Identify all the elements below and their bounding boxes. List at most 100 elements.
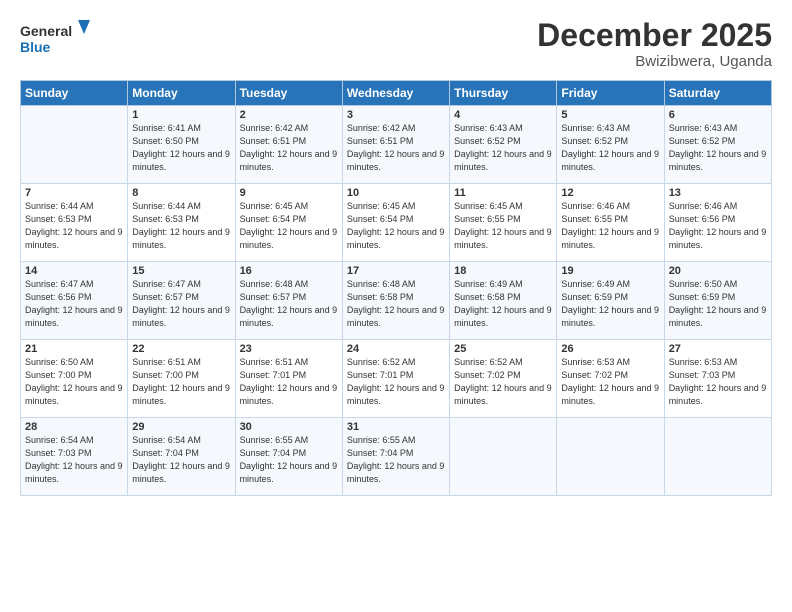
sunrise: Sunrise: 6:55 AM	[347, 435, 416, 445]
calendar-cell: 4 Sunrise: 6:43 AM Sunset: 6:52 PM Dayli…	[450, 106, 557, 184]
calendar-week-5: 28 Sunrise: 6:54 AM Sunset: 7:03 PM Dayl…	[21, 418, 772, 496]
day-number: 22	[132, 343, 230, 355]
calendar-cell: 5 Sunrise: 6:43 AM Sunset: 6:52 PM Dayli…	[557, 106, 664, 184]
day-number: 21	[25, 343, 123, 355]
sunrise: Sunrise: 6:55 AM	[240, 435, 309, 445]
day-info: Sunrise: 6:55 AM Sunset: 7:04 PM Dayligh…	[347, 434, 445, 486]
calendar-week-2: 7 Sunrise: 6:44 AM Sunset: 6:53 PM Dayli…	[21, 184, 772, 262]
day-info: Sunrise: 6:45 AM Sunset: 6:54 PM Dayligh…	[347, 200, 445, 252]
day-info: Sunrise: 6:48 AM Sunset: 6:58 PM Dayligh…	[347, 278, 445, 330]
sunrise: Sunrise: 6:52 AM	[454, 357, 523, 367]
sunrise: Sunrise: 6:45 AM	[240, 201, 309, 211]
sunset: Sunset: 6:52 PM	[454, 136, 521, 146]
day-info: Sunrise: 6:42 AM Sunset: 6:51 PM Dayligh…	[347, 122, 445, 174]
sunrise: Sunrise: 6:54 AM	[25, 435, 94, 445]
sunrise: Sunrise: 6:46 AM	[669, 201, 738, 211]
daylight: Daylight: 12 hours and 9 minutes.	[347, 461, 445, 484]
day-info: Sunrise: 6:44 AM Sunset: 6:53 PM Dayligh…	[132, 200, 230, 252]
daylight: Daylight: 12 hours and 9 minutes.	[561, 227, 659, 250]
day-number: 19	[561, 265, 659, 277]
day-info: Sunrise: 6:46 AM Sunset: 6:56 PM Dayligh…	[669, 200, 767, 252]
day-info: Sunrise: 6:51 AM Sunset: 7:01 PM Dayligh…	[240, 356, 338, 408]
sunset: Sunset: 6:57 PM	[132, 292, 199, 302]
day-info: Sunrise: 6:49 AM Sunset: 6:58 PM Dayligh…	[454, 278, 552, 330]
sunrise: Sunrise: 6:42 AM	[240, 123, 309, 133]
sunrise: Sunrise: 6:50 AM	[25, 357, 94, 367]
calendar-cell: 9 Sunrise: 6:45 AM Sunset: 6:54 PM Dayli…	[235, 184, 342, 262]
header-row: Sunday Monday Tuesday Wednesday Thursday…	[21, 81, 772, 106]
calendar-cell: 12 Sunrise: 6:46 AM Sunset: 6:55 PM Dayl…	[557, 184, 664, 262]
calendar-cell: 31 Sunrise: 6:55 AM Sunset: 7:04 PM Dayl…	[342, 418, 449, 496]
day-number: 20	[669, 265, 767, 277]
day-number: 24	[347, 343, 445, 355]
sunset: Sunset: 6:50 PM	[132, 136, 199, 146]
sunset: Sunset: 6:53 PM	[132, 214, 199, 224]
calendar-cell: 24 Sunrise: 6:52 AM Sunset: 7:01 PM Dayl…	[342, 340, 449, 418]
sunset: Sunset: 6:51 PM	[347, 136, 414, 146]
sunrise: Sunrise: 6:53 AM	[561, 357, 630, 367]
sunset: Sunset: 6:57 PM	[240, 292, 307, 302]
day-info: Sunrise: 6:49 AM Sunset: 6:59 PM Dayligh…	[561, 278, 659, 330]
calendar-cell: 6 Sunrise: 6:43 AM Sunset: 6:52 PM Dayli…	[664, 106, 771, 184]
calendar-cell: 13 Sunrise: 6:46 AM Sunset: 6:56 PM Dayl…	[664, 184, 771, 262]
calendar-cell: 25 Sunrise: 6:52 AM Sunset: 7:02 PM Dayl…	[450, 340, 557, 418]
calendar-cell: 8 Sunrise: 6:44 AM Sunset: 6:53 PM Dayli…	[128, 184, 235, 262]
daylight: Daylight: 12 hours and 9 minutes.	[132, 461, 230, 484]
day-info: Sunrise: 6:52 AM Sunset: 7:02 PM Dayligh…	[454, 356, 552, 408]
sunrise: Sunrise: 6:51 AM	[132, 357, 201, 367]
day-info: Sunrise: 6:43 AM Sunset: 6:52 PM Dayligh…	[669, 122, 767, 174]
daylight: Daylight: 12 hours and 9 minutes.	[132, 383, 230, 406]
calendar-week-3: 14 Sunrise: 6:47 AM Sunset: 6:56 PM Dayl…	[21, 262, 772, 340]
calendar-cell: 21 Sunrise: 6:50 AM Sunset: 7:00 PM Dayl…	[21, 340, 128, 418]
calendar-cell	[21, 106, 128, 184]
day-number: 29	[132, 421, 230, 433]
logo: General Blue	[20, 18, 90, 60]
sunrise: Sunrise: 6:41 AM	[132, 123, 201, 133]
calendar-cell: 19 Sunrise: 6:49 AM Sunset: 6:59 PM Dayl…	[557, 262, 664, 340]
daylight: Daylight: 12 hours and 9 minutes.	[240, 383, 338, 406]
calendar-cell: 11 Sunrise: 6:45 AM Sunset: 6:55 PM Dayl…	[450, 184, 557, 262]
day-info: Sunrise: 6:44 AM Sunset: 6:53 PM Dayligh…	[25, 200, 123, 252]
sunrise: Sunrise: 6:45 AM	[454, 201, 523, 211]
daylight: Daylight: 12 hours and 9 minutes.	[347, 149, 445, 172]
sunrise: Sunrise: 6:47 AM	[132, 279, 201, 289]
daylight: Daylight: 12 hours and 9 minutes.	[669, 305, 767, 328]
calendar-cell: 26 Sunrise: 6:53 AM Sunset: 7:02 PM Dayl…	[557, 340, 664, 418]
daylight: Daylight: 12 hours and 9 minutes.	[561, 305, 659, 328]
sunset: Sunset: 7:00 PM	[25, 370, 92, 380]
sunset: Sunset: 6:51 PM	[240, 136, 307, 146]
day-number: 12	[561, 187, 659, 199]
day-number: 4	[454, 109, 552, 121]
sunrise: Sunrise: 6:49 AM	[561, 279, 630, 289]
sunset: Sunset: 6:58 PM	[454, 292, 521, 302]
daylight: Daylight: 12 hours and 9 minutes.	[454, 305, 552, 328]
daylight: Daylight: 12 hours and 9 minutes.	[347, 383, 445, 406]
calendar-cell: 1 Sunrise: 6:41 AM Sunset: 6:50 PM Dayli…	[128, 106, 235, 184]
calendar-cell: 22 Sunrise: 6:51 AM Sunset: 7:00 PM Dayl…	[128, 340, 235, 418]
calendar-cell	[450, 418, 557, 496]
day-info: Sunrise: 6:53 AM Sunset: 7:03 PM Dayligh…	[669, 356, 767, 408]
daylight: Daylight: 12 hours and 9 minutes.	[25, 227, 123, 250]
daylight: Daylight: 12 hours and 9 minutes.	[454, 383, 552, 406]
month-title: December 2025	[537, 18, 772, 53]
day-info: Sunrise: 6:45 AM Sunset: 6:55 PM Dayligh…	[454, 200, 552, 252]
svg-text:General: General	[20, 23, 72, 39]
calendar-cell: 7 Sunrise: 6:44 AM Sunset: 6:53 PM Dayli…	[21, 184, 128, 262]
calendar-page: General Blue December 2025 Bwizibwera, U…	[0, 0, 792, 612]
sunset: Sunset: 6:58 PM	[347, 292, 414, 302]
day-info: Sunrise: 6:54 AM Sunset: 7:04 PM Dayligh…	[132, 434, 230, 486]
day-info: Sunrise: 6:55 AM Sunset: 7:04 PM Dayligh…	[240, 434, 338, 486]
sunset: Sunset: 6:53 PM	[25, 214, 92, 224]
sunset: Sunset: 6:55 PM	[561, 214, 628, 224]
location: Bwizibwera, Uganda	[537, 53, 772, 70]
day-number: 31	[347, 421, 445, 433]
sunset: Sunset: 7:03 PM	[669, 370, 736, 380]
day-info: Sunrise: 6:54 AM Sunset: 7:03 PM Dayligh…	[25, 434, 123, 486]
day-info: Sunrise: 6:50 AM Sunset: 7:00 PM Dayligh…	[25, 356, 123, 408]
daylight: Daylight: 12 hours and 9 minutes.	[561, 149, 659, 172]
day-info: Sunrise: 6:52 AM Sunset: 7:01 PM Dayligh…	[347, 356, 445, 408]
sunset: Sunset: 6:56 PM	[669, 214, 736, 224]
daylight: Daylight: 12 hours and 9 minutes.	[132, 305, 230, 328]
sunset: Sunset: 7:04 PM	[240, 448, 307, 458]
day-number: 28	[25, 421, 123, 433]
